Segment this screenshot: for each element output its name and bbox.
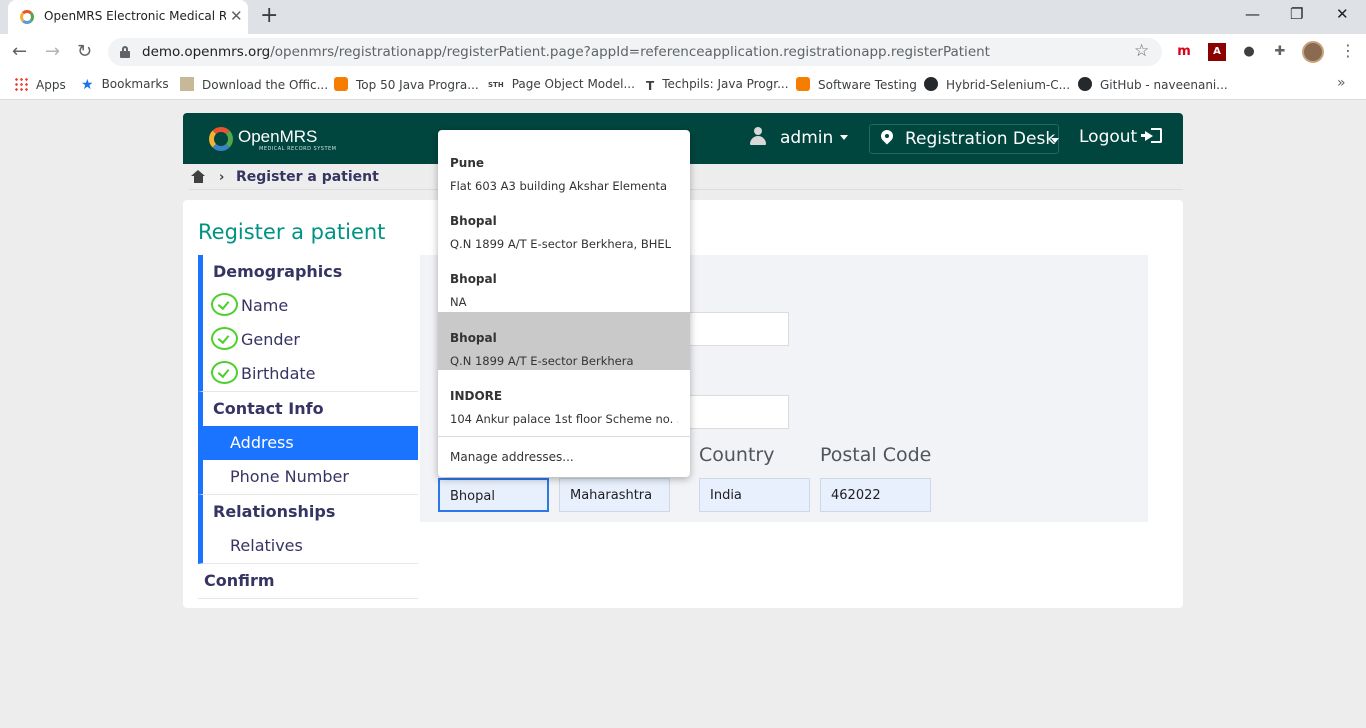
suggestion-city: Pune bbox=[450, 156, 485, 170]
openmrs-logo-icon[interactable] bbox=[209, 127, 233, 151]
bookmark-github-naveen[interactable]: GitHub - naveenani... bbox=[1078, 77, 1228, 92]
bookmarks-bar: Apps ★ Bookmarks Download the Offic... To… bbox=[0, 70, 1366, 100]
nav-item-relatives[interactable]: Relatives bbox=[198, 529, 418, 564]
state-province-input[interactable]: Maharashtra bbox=[559, 478, 670, 512]
logo-text[interactable]: OpenMRS bbox=[238, 127, 317, 147]
address-suggestion-highlighted[interactable]: Bhopal Q.N 1899 A/T E-sector Berkhera bbox=[438, 312, 690, 370]
nav-item-name[interactable]: Name bbox=[198, 289, 418, 323]
suggestion-address: 104 Ankur palace 1st floor Scheme no. 54 bbox=[450, 412, 678, 426]
browser-menu-icon[interactable]: ⋮ bbox=[1340, 42, 1356, 60]
back-arrow-icon[interactable]: ← bbox=[12, 41, 27, 63]
nav-item-phone-number[interactable]: Phone Number bbox=[198, 460, 418, 495]
browser-tab[interactable]: OpenMRS Electronic Medical Rec ✕ bbox=[8, 0, 248, 34]
blogger-icon bbox=[334, 77, 348, 91]
location-selector[interactable]: Registration Desk bbox=[869, 124, 1059, 154]
logout-link[interactable]: Logout bbox=[1079, 127, 1163, 147]
nav-item-birthdate[interactable]: Birthdate bbox=[198, 357, 418, 392]
extension-globe-icon[interactable]: ● bbox=[1240, 43, 1258, 61]
nav-item-address[interactable]: Address bbox=[198, 426, 418, 460]
star-icon: ★ bbox=[81, 77, 94, 93]
bookmark-software-testing[interactable]: Software Testing bbox=[796, 77, 917, 92]
nav-item-gender[interactable]: Gender bbox=[198, 323, 418, 357]
check-circle-icon bbox=[211, 327, 238, 350]
suggestion-address: Flat 603 A3 building Akshar Elementa bbox=[450, 179, 668, 193]
techpils-t-icon: T bbox=[646, 79, 655, 93]
github-icon bbox=[1078, 77, 1092, 91]
suggestion-city: Bhopal bbox=[450, 272, 497, 286]
chevron-down-icon bbox=[1051, 138, 1059, 143]
country-input[interactable]: India bbox=[699, 478, 810, 512]
bookmark-download-office[interactable]: Download the Offic... bbox=[180, 77, 328, 92]
openmrs-favicon-icon bbox=[20, 10, 34, 24]
minimize-icon[interactable]: — bbox=[1245, 4, 1260, 24]
bookmark-techpils[interactable]: T Techpils: Java Progr... bbox=[646, 77, 789, 93]
bookmark-java-programs[interactable]: Top 50 Java Progra... bbox=[334, 77, 479, 92]
close-tab-icon[interactable]: ✕ bbox=[230, 7, 243, 25]
suggestion-address: NA bbox=[450, 295, 467, 309]
url-text: demo.openmrs.org/openmrs/registrationapp… bbox=[142, 44, 990, 60]
nav-section-relationships[interactable]: Relationships bbox=[198, 495, 418, 529]
browser-tab-strip: OpenMRS Electronic Medical Rec ✕ + — ❐ ✕ bbox=[0, 0, 1366, 34]
check-circle-icon bbox=[211, 293, 238, 316]
address-suggestion[interactable]: Pune Flat 603 A3 building Akshar Element… bbox=[438, 137, 690, 195]
profile-avatar[interactable] bbox=[1302, 41, 1324, 63]
postal-code-label: Postal Code bbox=[820, 444, 932, 466]
restore-icon[interactable]: ❐ bbox=[1290, 4, 1303, 24]
address-suggestions-dropdown: Pune Flat 603 A3 building Akshar Element… bbox=[438, 130, 690, 477]
location-label: Registration Desk bbox=[905, 129, 1056, 149]
user-icon bbox=[750, 127, 766, 145]
address-suggestion[interactable]: Bhopal Q.N 1899 A/T E-sector Berkhera, B… bbox=[438, 195, 690, 253]
bookmarks-overflow-icon[interactable]: » bbox=[1337, 75, 1346, 91]
stc-favicon-icon: STH bbox=[488, 81, 504, 89]
breadcrumb-current: Register a patient bbox=[236, 169, 379, 185]
tab-title: OpenMRS Electronic Medical Rec bbox=[44, 9, 226, 23]
bookmark-star-icon[interactable]: ☆ bbox=[1134, 41, 1149, 61]
suggestion-address: Q.N 1899 A/T E-sector Berkhera, BHEL bbox=[450, 237, 672, 251]
postal-code-input[interactable]: 462022 bbox=[820, 478, 931, 512]
map-pin-icon bbox=[878, 127, 896, 147]
suggestion-city: Bhopal bbox=[450, 331, 497, 345]
browser-toolbar: ← → ↻ demo.openmrs.org/openmrs/registrat… bbox=[0, 34, 1366, 70]
suggestion-city: INDORE bbox=[450, 389, 503, 403]
username: admin bbox=[780, 128, 834, 148]
github-icon bbox=[924, 77, 938, 91]
check-circle-icon bbox=[211, 361, 238, 384]
chevron-down-icon bbox=[840, 135, 849, 140]
bookmark-bookmarks[interactable]: ★ Bookmarks bbox=[81, 77, 169, 93]
blogger-icon bbox=[796, 77, 810, 91]
nav-section-demographics[interactable]: Demographics bbox=[198, 255, 418, 289]
suggestion-address: Q.N 1899 A/T E-sector Berkhera bbox=[450, 354, 634, 368]
user-menu[interactable]: admin bbox=[750, 127, 849, 148]
logo-subtitle: MEDICAL RECORD SYSTEM bbox=[259, 146, 337, 152]
new-tab-icon[interactable]: + bbox=[260, 4, 278, 28]
apps-grid-icon bbox=[14, 77, 28, 91]
sign-out-icon bbox=[1141, 128, 1163, 143]
city-village-input[interactable]: Bhopal bbox=[438, 478, 549, 512]
nav-section-contact-info[interactable]: Contact Info bbox=[198, 392, 418, 426]
breadcrumb-separator-icon: › bbox=[219, 170, 225, 185]
country-label: Country bbox=[699, 444, 775, 466]
bookmark-apps[interactable]: Apps bbox=[14, 77, 66, 92]
manage-addresses-link[interactable]: Manage addresses... bbox=[450, 450, 574, 464]
forward-arrow-icon[interactable]: → bbox=[45, 41, 60, 63]
nav-section-confirm[interactable]: Confirm bbox=[198, 564, 418, 599]
page-title: Register a patient bbox=[198, 220, 386, 244]
address-bar[interactable]: demo.openmrs.org/openmrs/registrationapp… bbox=[108, 38, 1162, 66]
home-icon[interactable] bbox=[191, 170, 206, 183]
dropdown-divider bbox=[438, 436, 690, 437]
suggestion-city: Bhopal bbox=[450, 214, 497, 228]
address-line2-input[interactable] bbox=[678, 395, 789, 429]
extensions-puzzle-icon[interactable]: ✚ bbox=[1271, 43, 1289, 61]
address-suggestion[interactable]: Bhopal NA bbox=[438, 253, 690, 311]
bookmark-page-object-model[interactable]: STH Page Object Model... bbox=[488, 77, 635, 95]
address-line1-input[interactable] bbox=[678, 312, 789, 346]
close-window-icon[interactable]: ✕ bbox=[1336, 4, 1349, 24]
pdf-extension-icon[interactable]: A bbox=[1208, 43, 1226, 61]
reload-icon[interactable]: ↻ bbox=[77, 41, 92, 63]
site-favicon-icon bbox=[180, 77, 194, 91]
lock-icon bbox=[120, 46, 130, 58]
extension-m-icon[interactable]: m bbox=[1175, 43, 1193, 61]
address-suggestion[interactable]: INDORE 104 Ankur palace 1st floor Scheme… bbox=[438, 370, 690, 428]
bookmark-hybrid-selenium[interactable]: Hybrid-Selenium-C... bbox=[924, 77, 1070, 92]
